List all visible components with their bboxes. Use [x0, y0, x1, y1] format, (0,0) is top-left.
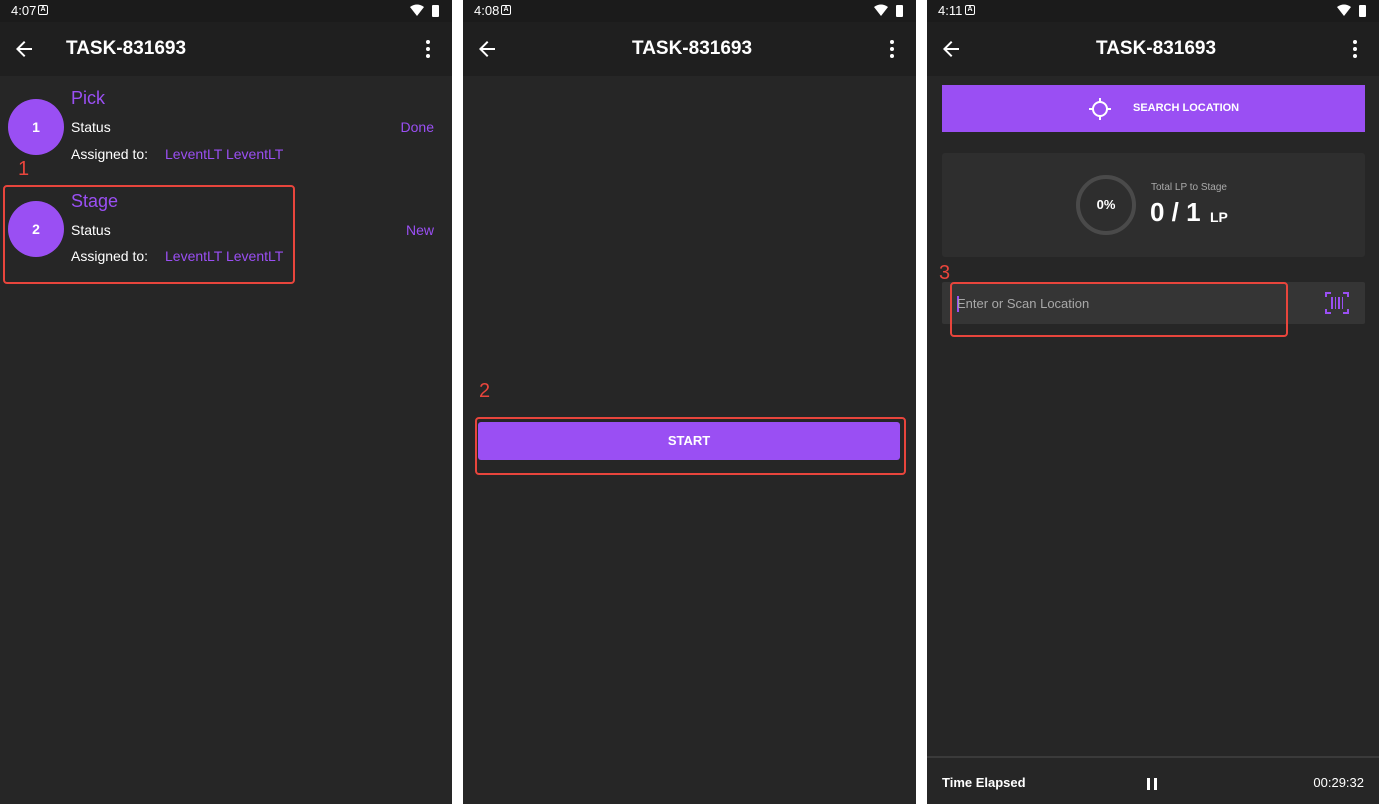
annotation-highlight	[475, 417, 906, 475]
search-location-button[interactable]: SEARCH LOCATION	[942, 85, 1365, 132]
progress-ring: 0%	[1076, 175, 1136, 235]
stage-progress-card: 0% Total LP to Stage 0 / 1 LP	[942, 153, 1365, 257]
annotation-number: 2	[479, 380, 491, 402]
status-time: 4:11	[938, 3, 963, 18]
status-value: Done	[400, 119, 434, 135]
time-elapsed-footer: Time Elapsed 00:29:32	[927, 758, 1379, 804]
annotation-highlight	[950, 282, 1288, 337]
step-number-badge: 1	[8, 99, 64, 155]
status-value: New	[405, 222, 434, 238]
time-elapsed-label: Time Elapsed	[942, 775, 1026, 790]
time-elapsed-value: 00:29:32	[1313, 775, 1364, 790]
notification-icon: A	[965, 5, 975, 15]
back-arrow-icon[interactable]	[475, 37, 499, 61]
status-time: 4:08	[474, 3, 500, 18]
crosshair-icon	[1089, 98, 1111, 120]
wifi-battery-icon	[410, 4, 439, 17]
step-item-pick[interactable]: 1 Pick Status Done Assigned to: LeventLT…	[0, 86, 452, 176]
wifi-battery-icon	[874, 4, 903, 17]
pause-icon[interactable]	[1145, 777, 1159, 791]
progress-unit: LP	[1210, 209, 1228, 225]
back-arrow-icon[interactable]	[12, 37, 36, 61]
barcode-scan-icon[interactable]	[1325, 292, 1349, 314]
wifi-battery-icon	[1337, 4, 1366, 17]
progress-count: 0 / 1	[1150, 197, 1201, 227]
assignee-name: LeventLT LeventLT	[165, 146, 284, 162]
step-name: Pick	[71, 88, 106, 108]
progress-caption: Total LP to Stage	[1151, 182, 1227, 193]
status-bar: 4:07 A	[0, 0, 452, 22]
assigned-label: Assigned to:	[71, 146, 149, 162]
more-options-icon[interactable]	[416, 37, 440, 61]
notification-icon: A	[501, 5, 511, 15]
app-bar: TASK-831693	[927, 22, 1379, 76]
task-start-screen: 4:08 A TASK-831693 2 START	[463, 0, 916, 804]
app-bar: TASK-831693	[0, 22, 452, 76]
stage-location-screen: 4:11 A TASK-831693 SEARCH LOCATION 0% To…	[927, 0, 1379, 804]
status-bar: 4:08 A	[463, 0, 916, 22]
status-bar: 4:11 A	[927, 0, 1379, 22]
more-options-icon[interactable]	[880, 37, 904, 61]
annotation-number: 1	[18, 158, 30, 180]
more-options-icon[interactable]	[1343, 37, 1367, 61]
page-title: TASK-831693	[66, 38, 187, 59]
status-time: 4:07	[11, 3, 37, 18]
app-bar: TASK-831693	[463, 22, 916, 76]
page-title: TASK-831693	[632, 38, 753, 59]
page-title: TASK-831693	[1096, 38, 1217, 59]
status-label: Status	[71, 119, 111, 135]
back-arrow-icon[interactable]	[939, 37, 963, 61]
search-location-label: SEARCH LOCATION	[1133, 102, 1240, 114]
task-steps-screen: 4:07 A TASK-831693 1 Pick Status Done As…	[0, 0, 452, 804]
notification-icon: A	[38, 5, 48, 15]
annotation-highlight	[3, 185, 295, 284]
